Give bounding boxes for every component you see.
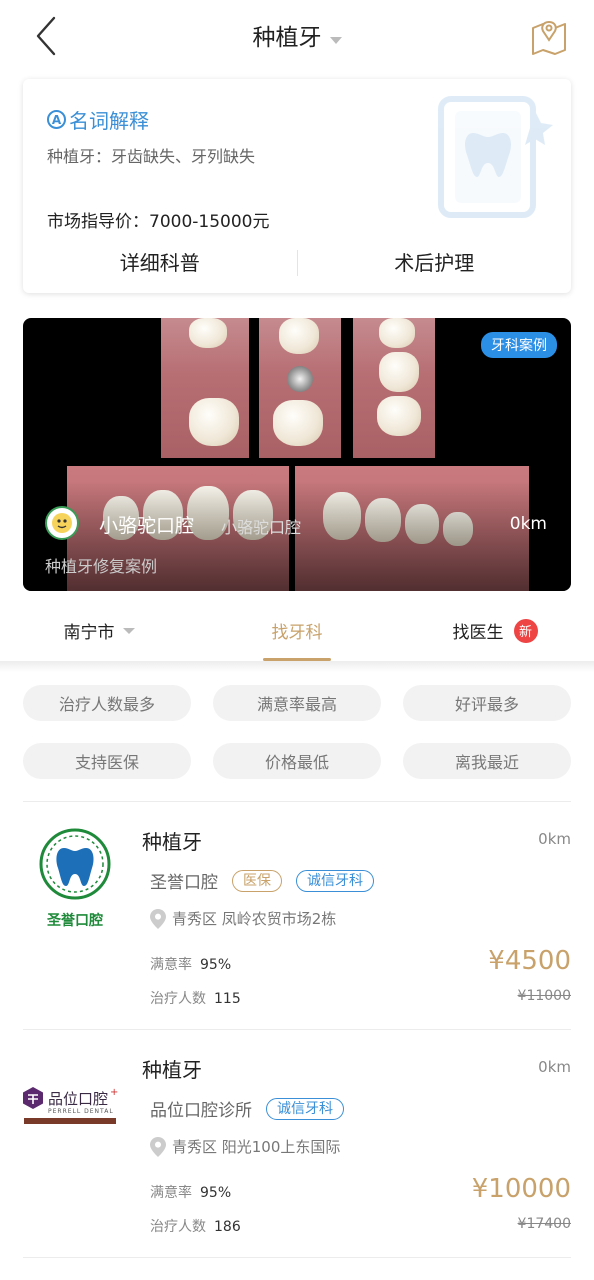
clinic-listing[interactable]: 品位口腔 + PERRELL DENTAL 种植牙 0km 品位口腔诊所 诚信牙… xyxy=(0,1030,594,1258)
camel-logo-icon xyxy=(52,513,72,533)
detail-science-button[interactable]: 详细科普 xyxy=(23,243,297,283)
clinic-address: 青秀区 阳光100上东国际 xyxy=(150,1136,340,1157)
filter-nearest[interactable]: 离我最近 xyxy=(403,743,571,779)
location-pin-icon xyxy=(150,908,166,929)
top-bar: 种植牙 xyxy=(0,0,594,74)
postop-care-button[interactable]: 术后护理 xyxy=(298,243,572,283)
patients-label: 治疗人数 xyxy=(150,991,206,1007)
clinic-logo: 品位口腔 + PERRELL DENTAL xyxy=(22,1086,130,1124)
tab-find-clinic[interactable]: 找牙科 xyxy=(198,600,396,661)
tooth-image xyxy=(379,318,415,348)
city-selector[interactable]: 南宁市 xyxy=(0,600,198,661)
filter-insurance[interactable]: 支持医保 xyxy=(23,743,191,779)
patients-value: 115 xyxy=(214,991,241,1007)
a-circle-icon: A xyxy=(47,110,66,129)
tab-find-doctor[interactable]: 找医生新 xyxy=(396,600,594,661)
page-title: 种植牙 xyxy=(252,25,322,51)
address-label: 青秀区 凤岭农贸市场2栋 xyxy=(172,910,337,928)
banner-case-title: 种植牙修复案例 xyxy=(45,557,158,576)
term-title: A 名词解释 xyxy=(47,105,149,134)
hexagon-logo-icon xyxy=(23,1087,43,1109)
patients-label: 治疗人数 xyxy=(150,1219,206,1235)
logo-text: 圣誉口腔 xyxy=(47,913,103,929)
clinic-name: 品位口腔诊所 诚信牙科 xyxy=(150,1096,344,1121)
trusted-tag: 诚信牙科 xyxy=(296,869,374,892)
tooth-image xyxy=(273,400,323,446)
tab-find-clinic-label: 找牙科 xyxy=(271,623,323,643)
market-price: 市场指导价：7000-15000元 xyxy=(47,212,270,232)
caret-down-icon xyxy=(329,37,342,44)
clinic-address: 青秀区 凤岭农贸市场2栋 xyxy=(150,908,336,929)
patients-stat: 治疗人数 115 xyxy=(150,988,241,1008)
treatment-name: 种植牙 xyxy=(142,830,202,854)
section-shadow xyxy=(0,662,594,672)
price: ¥10000 xyxy=(471,1174,571,1204)
city-label: 南宁市 xyxy=(63,623,115,643)
patients-value: 186 xyxy=(214,1219,241,1235)
filter-lowest-price[interactable]: 价格最低 xyxy=(213,743,381,779)
distance: 0km xyxy=(538,1058,571,1076)
tooth-document-icon xyxy=(438,96,553,218)
original-price: ¥17400 xyxy=(517,1216,571,1232)
tooth-image xyxy=(279,318,319,354)
clinic-name-label: 圣誉口腔 xyxy=(150,873,218,893)
clinic-name: 圣誉口腔 医保 诚信牙科 xyxy=(150,868,374,893)
card-tabs: 详细科普 术后护理 xyxy=(23,243,571,283)
satisfaction-stat: 满意率 95% xyxy=(150,954,231,974)
clinic-logo: 圣誉口腔 xyxy=(24,828,130,932)
satisfaction-label: 满意率 xyxy=(150,957,192,973)
clinic-name-label: 品位口腔诊所 xyxy=(150,1101,252,1121)
term-title-label: 名词解释 xyxy=(69,109,149,133)
dental-case-badge: 牙科案例 xyxy=(481,332,557,358)
filter-highest-satisfaction[interactable]: 满意率最高 xyxy=(213,685,381,721)
filter-most-praised[interactable]: 好评最多 xyxy=(403,685,571,721)
satisfaction-label: 满意率 xyxy=(150,1185,192,1201)
satisfaction-value: 95% xyxy=(200,1185,232,1201)
active-tab-indicator xyxy=(263,658,331,661)
price: ¥4500 xyxy=(488,946,571,976)
map-button[interactable] xyxy=(530,16,568,56)
divider xyxy=(23,1257,571,1258)
new-badge: 新 xyxy=(513,618,538,643)
map-pin-icon xyxy=(532,20,566,55)
logo-ribbon xyxy=(24,1118,116,1124)
treatment-name: 种植牙 xyxy=(142,1058,202,1082)
logo-text: 品位口腔 xyxy=(48,1089,109,1108)
clinic-listing[interactable]: 圣誉口腔 种植牙 0km 圣誉口腔 医保 诚信牙科 青秀区 凤岭农贸市场2栋 满… xyxy=(0,802,594,1030)
tab-find-doctor-label: 找医生 xyxy=(452,623,504,643)
banner-clinic-name: 小骆驼口腔 xyxy=(99,515,195,537)
nav-tabs: 南宁市 找牙科 找医生新 xyxy=(0,600,594,662)
original-price: ¥11000 xyxy=(517,988,571,1004)
implant-image xyxy=(287,366,313,392)
address-label: 青秀区 阳光100上东国际 xyxy=(172,1138,341,1156)
tooth-image xyxy=(189,318,227,348)
insurance-tag: 医保 xyxy=(232,869,282,892)
filter-most-treated[interactable]: 治疗人数最多 xyxy=(23,685,191,721)
patients-stat: 治疗人数 186 xyxy=(150,1216,241,1236)
case-banner[interactable]: 牙科案例 小骆驼口腔 小骆驼口腔 0km 种植牙修复案例 xyxy=(23,318,571,591)
banner-clinic-sub: 小骆驼口腔 xyxy=(221,518,302,537)
logo-subtext: PERRELL DENTAL xyxy=(48,1108,114,1115)
banner-distance: 0km xyxy=(509,514,547,534)
term-info-card: A 名词解释 种植牙：牙齿缺失、牙列缺失 市场指导价：7000-15000元 详细… xyxy=(23,79,571,293)
distance: 0km xyxy=(538,830,571,848)
tooth-image xyxy=(189,398,239,446)
tooth-image xyxy=(379,352,419,392)
trusted-tag: 诚信牙科 xyxy=(266,1097,344,1120)
plus-icon: + xyxy=(110,1086,119,1098)
satisfaction-value: 95% xyxy=(200,957,232,973)
satisfaction-stat: 满意率 95% xyxy=(150,1182,231,1202)
title-dropdown[interactable]: 种植牙 xyxy=(0,18,594,52)
term-description: 种植牙：牙齿缺失、牙列缺失 xyxy=(47,147,256,166)
tooth-image xyxy=(377,396,421,436)
caret-down-icon xyxy=(122,627,135,634)
location-pin-icon xyxy=(150,1136,166,1157)
clinic-avatar xyxy=(45,506,79,540)
